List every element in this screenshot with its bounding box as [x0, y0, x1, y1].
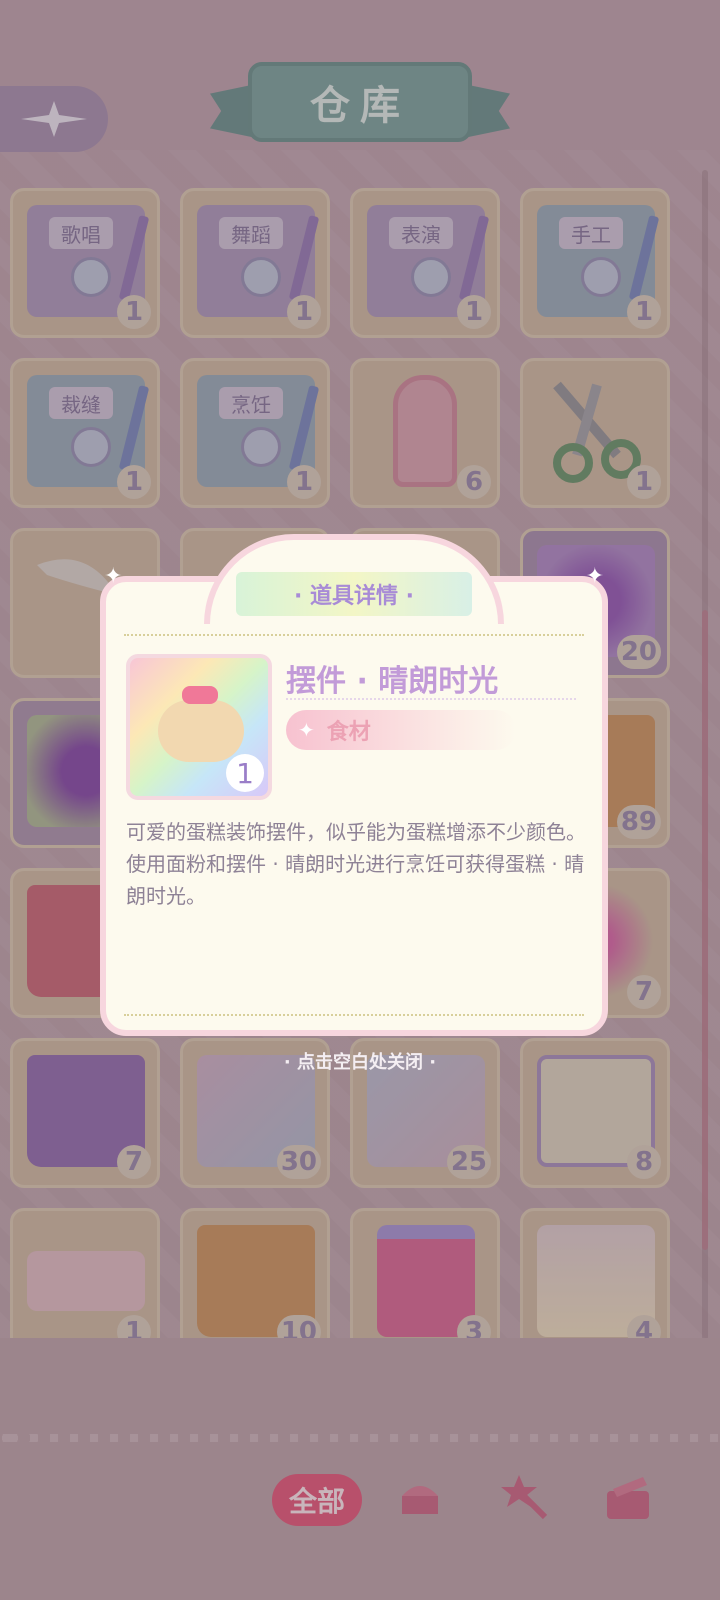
item-count: 7 — [117, 1145, 151, 1179]
description-line: 可爱的蛋糕装饰摆件，似乎能为蛋糕增添不少颜色。 — [126, 820, 586, 844]
inventory-item[interactable]: 3 — [350, 1208, 500, 1338]
sparkle-icon: ✦ — [104, 564, 123, 589]
item-count: 30 — [276, 1145, 321, 1179]
ring-icon — [581, 257, 621, 297]
item-count: 3 — [457, 1315, 491, 1338]
star-icon: ✦ — [298, 718, 315, 742]
pen-icon — [458, 215, 490, 301]
item-count: 1 — [287, 295, 321, 329]
scrollbar-thumb[interactable] — [702, 610, 708, 1250]
ring-icon — [71, 257, 111, 297]
item-count: 1 — [117, 465, 151, 499]
scrollbar[interactable] — [702, 170, 708, 1340]
page-title: 仓库 — [310, 83, 410, 129]
item-count: 8 — [627, 1145, 661, 1179]
inventory-item[interactable]: 歌唱 1 — [10, 188, 160, 338]
magic-wand-icon[interactable] — [496, 1468, 552, 1524]
pen-icon — [118, 385, 150, 471]
inventory-item[interactable]: 舞蹈 1 — [180, 188, 330, 338]
puppy-cake-ornament-icon — [158, 700, 244, 762]
tab-all[interactable]: 全部 — [272, 1474, 362, 1526]
title-banner: 仓库 — [210, 62, 510, 154]
ring-icon — [241, 427, 281, 467]
bottom-bar: 全部 — [0, 1338, 720, 1600]
category-label: 食材 — [326, 720, 371, 745]
description-line: 使用面粉和摆件 · 晴朗时光进行烹饪可获得蛋糕 · 晴朗时光。 — [126, 852, 585, 908]
ring-icon — [411, 257, 451, 297]
ticket-icon — [27, 1251, 145, 1311]
pen-icon — [628, 215, 660, 301]
item-count: 1 — [627, 465, 661, 499]
item-count: 89 — [616, 805, 661, 839]
gift-box-icon[interactable] — [600, 1468, 656, 1524]
category-tag: ✦ 食材 — [286, 710, 516, 750]
divider — [286, 698, 576, 700]
inventory-item[interactable]: 烹饪 1 — [180, 358, 330, 508]
inventory-item[interactable]: 表演 1 — [350, 188, 500, 338]
item-thumbnail: 1 — [126, 654, 272, 800]
item-description: 可爱的蛋糕装饰摆件，似乎能为蛋糕增添不少颜色。 使用面粉和摆件 · 晴朗时光进行… — [126, 816, 586, 912]
pen-icon — [288, 385, 320, 471]
item-count: 10 — [276, 1315, 321, 1338]
inventory-item[interactable]: 1 — [10, 1208, 160, 1338]
pen-icon — [118, 215, 150, 301]
bow-icon — [182, 686, 218, 704]
item-count: 1 — [287, 465, 321, 499]
item-label: 裁缝 — [49, 387, 113, 419]
dialog-frame — [100, 576, 608, 1036]
compass-star-icon — [21, 101, 87, 137]
item-count: 25 — [446, 1145, 491, 1179]
item-name: 摆件 · 晴朗时光 — [286, 664, 499, 699]
inventory-item[interactable]: 1 — [520, 358, 670, 508]
item-count: 1 — [117, 295, 151, 329]
item-label: 舞蹈 — [219, 217, 283, 249]
item-detail-dialog: ✦ ✦ · 道具详情 · 1 摆件 · 晴朗时光 ✦ 食材 可爱的蛋糕装饰摆件，… — [100, 534, 608, 1036]
item-label: 表演 — [389, 217, 453, 249]
inventory-item[interactable]: 10 — [180, 1208, 330, 1338]
inventory-item[interactable]: 4 — [520, 1208, 670, 1338]
cake-icon[interactable] — [392, 1468, 448, 1524]
pen-icon — [288, 215, 320, 301]
inventory-item[interactable]: 手工 1 — [520, 188, 670, 338]
back-button[interactable] — [0, 86, 108, 152]
sparkle-icon: ✦ — [585, 564, 604, 589]
item-label: 烹饪 — [219, 387, 283, 419]
item-count: 7 — [627, 975, 661, 1009]
item-count: 1 — [117, 1315, 151, 1338]
ring-icon — [71, 427, 111, 467]
item-count: 1 — [457, 295, 491, 329]
item-count: 6 — [457, 465, 491, 499]
item-label: 手工 — [559, 217, 623, 249]
inventory-item[interactable]: 6 — [350, 358, 500, 508]
divider — [124, 634, 584, 636]
item-count: 20 — [616, 635, 661, 669]
item-count: 4 — [627, 1315, 661, 1338]
ring-icon — [241, 257, 281, 297]
item-count: 1 — [627, 295, 661, 329]
inventory-item[interactable]: 裁缝 1 — [10, 358, 160, 508]
divider — [124, 1014, 584, 1016]
dialog-title: · 道具详情 · — [236, 572, 472, 616]
close-hint: · 点击空白处关闭 · — [283, 1052, 437, 1073]
item-count: 1 — [226, 754, 264, 792]
banner-ribbon: 仓库 — [248, 62, 472, 142]
item-label: 歌唱 — [49, 217, 113, 249]
mirror-icon — [393, 375, 457, 487]
